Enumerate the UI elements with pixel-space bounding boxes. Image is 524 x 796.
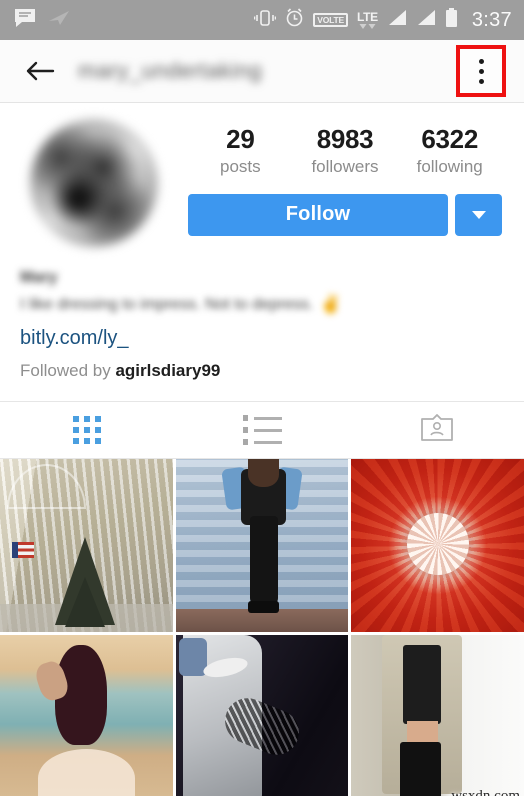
bio-body: I like dressing to impress. Not to depre… bbox=[20, 295, 314, 313]
alarm-icon bbox=[285, 8, 304, 32]
stats-row: 29 posts 8983 followers 6322 following bbox=[188, 117, 502, 177]
profile-section: 29 posts 8983 followers 6322 following F… bbox=[0, 103, 524, 381]
overflow-dots-icon bbox=[478, 58, 484, 84]
grid-icon bbox=[73, 416, 102, 444]
follow-button[interactable]: Follow bbox=[188, 193, 448, 236]
followers-count: 8983 bbox=[316, 124, 374, 154]
followed-by[interactable]: Followed by agirlsdiary99 bbox=[20, 361, 504, 381]
back-button[interactable] bbox=[20, 51, 60, 91]
list-icon bbox=[242, 415, 282, 445]
signal-icon-1 bbox=[387, 9, 407, 32]
grid-post-5[interactable] bbox=[175, 634, 349, 796]
grid-post-3[interactable] bbox=[351, 459, 524, 632]
list-tab[interactable] bbox=[175, 402, 350, 458]
posts-label: posts bbox=[220, 156, 261, 176]
posts-count: 29 bbox=[226, 124, 255, 154]
followed-by-prefix: Followed by bbox=[20, 361, 111, 380]
overflow-menu-button[interactable] bbox=[456, 45, 506, 97]
photo-grid: wsxdn.com bbox=[0, 459, 524, 796]
stat-following[interactable]: 6322 following bbox=[397, 124, 502, 177]
lte-icon: LTE bbox=[357, 11, 378, 29]
stat-followers[interactable]: 8983 followers bbox=[293, 124, 398, 177]
profile-header-row: 29 posts 8983 followers 6322 following F… bbox=[0, 117, 524, 247]
status-bar-left bbox=[14, 8, 70, 33]
lte-data-arrows bbox=[359, 22, 376, 29]
grid-tab[interactable] bbox=[0, 402, 175, 458]
grid-post-2[interactable] bbox=[175, 459, 349, 632]
signal-icon-2 bbox=[416, 9, 436, 32]
status-bar-right: VOLTE LTE 3:37 bbox=[253, 7, 512, 33]
battery-icon bbox=[445, 7, 458, 33]
following-label: following bbox=[416, 156, 483, 176]
profile-details: 29 posts 8983 followers 6322 following F… bbox=[188, 117, 502, 236]
app-header: mary_undertaking bbox=[0, 40, 524, 103]
follow-options-button[interactable] bbox=[455, 193, 502, 236]
bio-text: I like dressing to impress. Not to depre… bbox=[20, 294, 504, 315]
bio-link[interactable]: bitly.com/ly_ bbox=[20, 327, 504, 350]
grid-post-4[interactable] bbox=[0, 634, 173, 796]
grid-post-1[interactable] bbox=[0, 459, 173, 632]
vibrate-icon bbox=[253, 9, 277, 32]
following-count: 6322 bbox=[421, 124, 478, 154]
tagged-photos-icon bbox=[420, 413, 454, 448]
bio-section: Mary I like dressing to impress. Not to … bbox=[0, 247, 524, 381]
send-icon bbox=[48, 9, 70, 32]
grid-post-6[interactable]: wsxdn.com bbox=[351, 634, 524, 796]
volte-icon: VOLTE bbox=[313, 12, 348, 28]
watermark: wsxdn.com bbox=[451, 788, 520, 796]
status-bar: VOLTE LTE 3:37 bbox=[0, 0, 524, 40]
followed-by-username[interactable]: agirlsdiary99 bbox=[115, 361, 220, 380]
tagged-tab[interactable] bbox=[349, 402, 524, 458]
message-icon bbox=[14, 8, 36, 33]
profile-actions: Follow bbox=[188, 193, 502, 236]
avatar[interactable] bbox=[30, 119, 158, 247]
stat-posts[interactable]: 29 posts bbox=[188, 124, 293, 177]
instagram-profile-screen: VOLTE LTE 3:37 mary_undertaking 29 posts… bbox=[0, 0, 524, 796]
chevron-down-icon bbox=[471, 210, 486, 219]
bio-emoji: ✌ bbox=[319, 294, 342, 314]
profile-tab-bar bbox=[0, 401, 524, 459]
followers-label: followers bbox=[311, 156, 379, 176]
page-title: mary_undertaking bbox=[78, 58, 263, 83]
clock-time: 3:37 bbox=[471, 8, 512, 31]
display-name: Mary bbox=[20, 269, 58, 286]
